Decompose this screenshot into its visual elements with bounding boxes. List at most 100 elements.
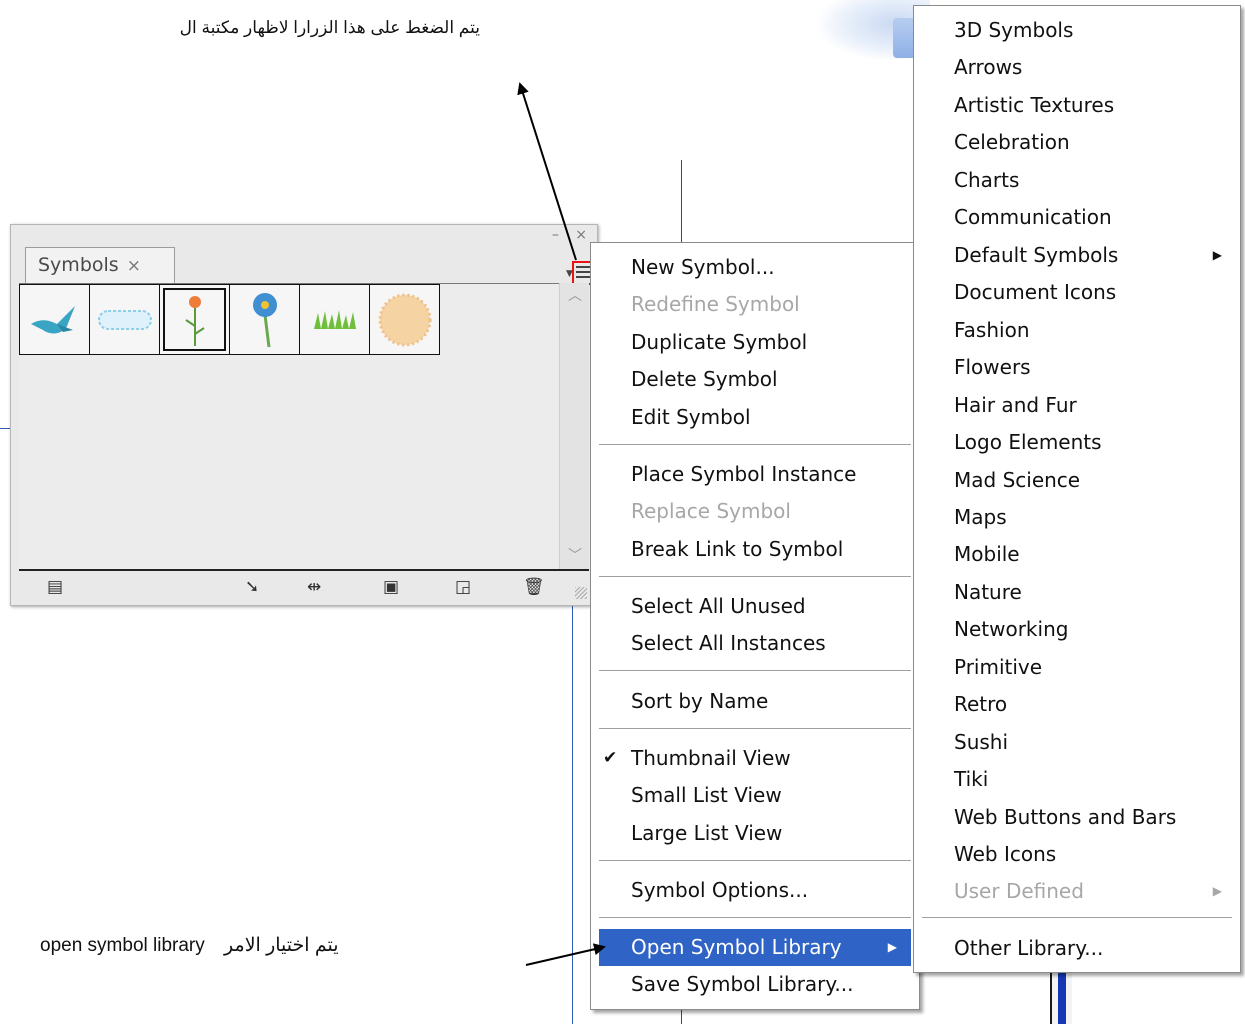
scroll-up-icon[interactable]: ︿ [564, 285, 586, 307]
library-menu-icon[interactable]: ▤ [47, 577, 63, 597]
menu-item-redefine-symbol: Redefine Symbol [591, 286, 919, 323]
symbol-library-submenu: 3D Symbols Arrows Artistic Textures Cele… [913, 5, 1241, 973]
menu-item-new-symbol[interactable]: New Symbol... [591, 249, 919, 286]
menu-separator [599, 670, 911, 672]
menu-item-delete-symbol[interactable]: Delete Symbol [591, 361, 919, 398]
library-item-user-defined: User Defined ▶ [914, 873, 1240, 910]
menu-item-label: Large List View [631, 821, 783, 845]
menu-item-label: Artistic Textures [954, 93, 1115, 117]
library-item-celebration[interactable]: Celebration [914, 124, 1240, 161]
menu-item-duplicate-symbol[interactable]: Duplicate Symbol [591, 324, 919, 361]
symbol-thumb-bird[interactable] [19, 284, 90, 355]
menu-item-label: Web Icons [954, 842, 1057, 866]
menu-item-label: Thumbnail View [631, 746, 791, 770]
library-item-communication[interactable]: Communication [914, 199, 1240, 236]
library-item-other-library[interactable]: Other Library... [914, 930, 1240, 967]
symbol-thumb-blue-flower[interactable] [229, 284, 300, 355]
symbol-options-icon[interactable]: ▣ [383, 577, 399, 597]
place-instance-icon[interactable]: ➘ [245, 577, 259, 597]
menu-item-label: Retro [954, 692, 1008, 716]
menu-separator [599, 860, 911, 862]
menu-item-label: Fashion [954, 318, 1030, 342]
library-item-networking[interactable]: Networking [914, 611, 1240, 648]
library-item-nature[interactable]: Nature [914, 574, 1240, 611]
menu-item-place-symbol-instance[interactable]: Place Symbol Instance [591, 456, 919, 493]
library-item-tiki[interactable]: Tiki [914, 761, 1240, 798]
menu-item-symbol-options[interactable]: Symbol Options... [591, 872, 919, 909]
submenu-arrow-icon: ▶ [887, 940, 897, 954]
menu-item-label: Sushi [954, 730, 1009, 754]
new-symbol-icon[interactable]: ◲ [455, 577, 471, 597]
menu-item-label: Other Library... [954, 936, 1104, 960]
break-link-icon[interactable]: ⇹ [307, 577, 321, 597]
menu-item-open-symbol-library[interactable]: Open Symbol Library ▶ [599, 929, 911, 966]
cloud-banner-icon [97, 309, 152, 330]
panel-flyout-menu: New Symbol... Redefine Symbol Duplicate … [590, 242, 920, 1010]
annotation-top-text: يتم الضغط على هذا الزرارا لاظهار مكتبة ا… [179, 18, 480, 37]
menu-item-label: Select All Instances [631, 631, 826, 655]
menu-item-select-all-unused[interactable]: Select All Unused [591, 588, 919, 625]
menu-item-replace-symbol: Replace Symbol [591, 493, 919, 530]
checkmark-icon: ✔ [603, 748, 618, 768]
library-item-arrows[interactable]: Arrows [914, 49, 1240, 86]
tab-symbols[interactable]: Symbols × [25, 247, 175, 283]
menu-item-label: 3D Symbols [954, 18, 1074, 42]
library-item-charts[interactable]: Charts [914, 162, 1240, 199]
menu-item-label: Web Buttons and Bars [954, 805, 1177, 829]
library-item-web-buttons-and-bars[interactable]: Web Buttons and Bars [914, 799, 1240, 836]
tab-close-icon[interactable]: × [127, 256, 141, 276]
library-item-3d-symbols[interactable]: 3D Symbols [914, 12, 1240, 49]
background-guide-line [572, 600, 573, 1024]
menu-item-label: Hair and Fur [954, 393, 1077, 417]
fuzzy-circle-icon [378, 293, 431, 346]
annotation-bottom-ar: يتم اختيار الامر [224, 935, 339, 956]
menu-item-sort-by-name[interactable]: Sort by Name [591, 683, 919, 720]
annotation-bottom-en: open symbol library [40, 935, 205, 956]
library-item-artistic-textures[interactable]: Artistic Textures [914, 87, 1240, 124]
menu-item-save-symbol-library[interactable]: Save Symbol Library... [591, 966, 919, 1003]
orange-flower-icon [184, 295, 205, 346]
menu-item-edit-symbol[interactable]: Edit Symbol [591, 399, 919, 436]
library-item-logo-elements[interactable]: Logo Elements [914, 424, 1240, 461]
menu-item-label: Sort by Name [631, 689, 769, 713]
delete-icon[interactable]: 🗑 [523, 577, 545, 597]
menu-item-label: Charts [954, 168, 1020, 192]
library-item-default-symbols[interactable]: Default Symbols ▶ [914, 237, 1240, 274]
library-item-maps[interactable]: Maps [914, 499, 1240, 536]
panel-window-controls[interactable]: – × [552, 227, 593, 243]
library-item-primitive[interactable]: Primitive [914, 649, 1240, 686]
library-item-fashion[interactable]: Fashion [914, 312, 1240, 349]
symbol-thumb-orange-flower[interactable] [159, 284, 230, 355]
library-item-document-icons[interactable]: Document Icons [914, 274, 1240, 311]
menu-item-label: Mobile [954, 542, 1020, 566]
menu-separator [599, 444, 911, 446]
symbol-thumb-grass[interactable] [299, 284, 370, 355]
library-item-mobile[interactable]: Mobile [914, 536, 1240, 573]
symbol-thumb-cloud[interactable] [89, 284, 160, 355]
menu-item-label: Default Symbols [954, 243, 1119, 267]
menu-item-select-all-instances[interactable]: Select All Instances [591, 625, 919, 662]
menu-item-small-list-view[interactable]: Small List View [591, 777, 919, 814]
menu-item-label: Place Symbol Instance [631, 462, 857, 486]
symbols-grid [19, 283, 559, 569]
library-item-web-icons[interactable]: Web Icons [914, 836, 1240, 873]
menu-item-label: Arrows [954, 55, 1023, 79]
menu-item-large-list-view[interactable]: Large List View [591, 815, 919, 852]
bird-icon [30, 305, 75, 333]
menu-item-label: User Defined [954, 879, 1084, 903]
menu-item-label: Logo Elements [954, 430, 1102, 454]
background-guide-line-left [0, 428, 10, 429]
menu-item-label: Flowers [954, 355, 1031, 379]
library-item-flowers[interactable]: Flowers [914, 349, 1240, 386]
library-item-sushi[interactable]: Sushi [914, 724, 1240, 761]
library-item-retro[interactable]: Retro [914, 686, 1240, 723]
resize-grip-icon[interactable] [575, 587, 587, 599]
symbols-scrollbar[interactable]: ︿ ﹀ [559, 283, 589, 569]
submenu-arrow-icon: ▶ [1212, 884, 1222, 898]
library-item-hair-and-fur[interactable]: Hair and Fur [914, 387, 1240, 424]
symbol-thumb-fuzzy-circle[interactable] [369, 284, 440, 355]
menu-item-thumbnail-view[interactable]: ✔ Thumbnail View [591, 740, 919, 777]
scroll-down-icon[interactable]: ﹀ [564, 545, 586, 567]
menu-item-break-link[interactable]: Break Link to Symbol [591, 531, 919, 568]
library-item-mad-science[interactable]: Mad Science [914, 462, 1240, 499]
